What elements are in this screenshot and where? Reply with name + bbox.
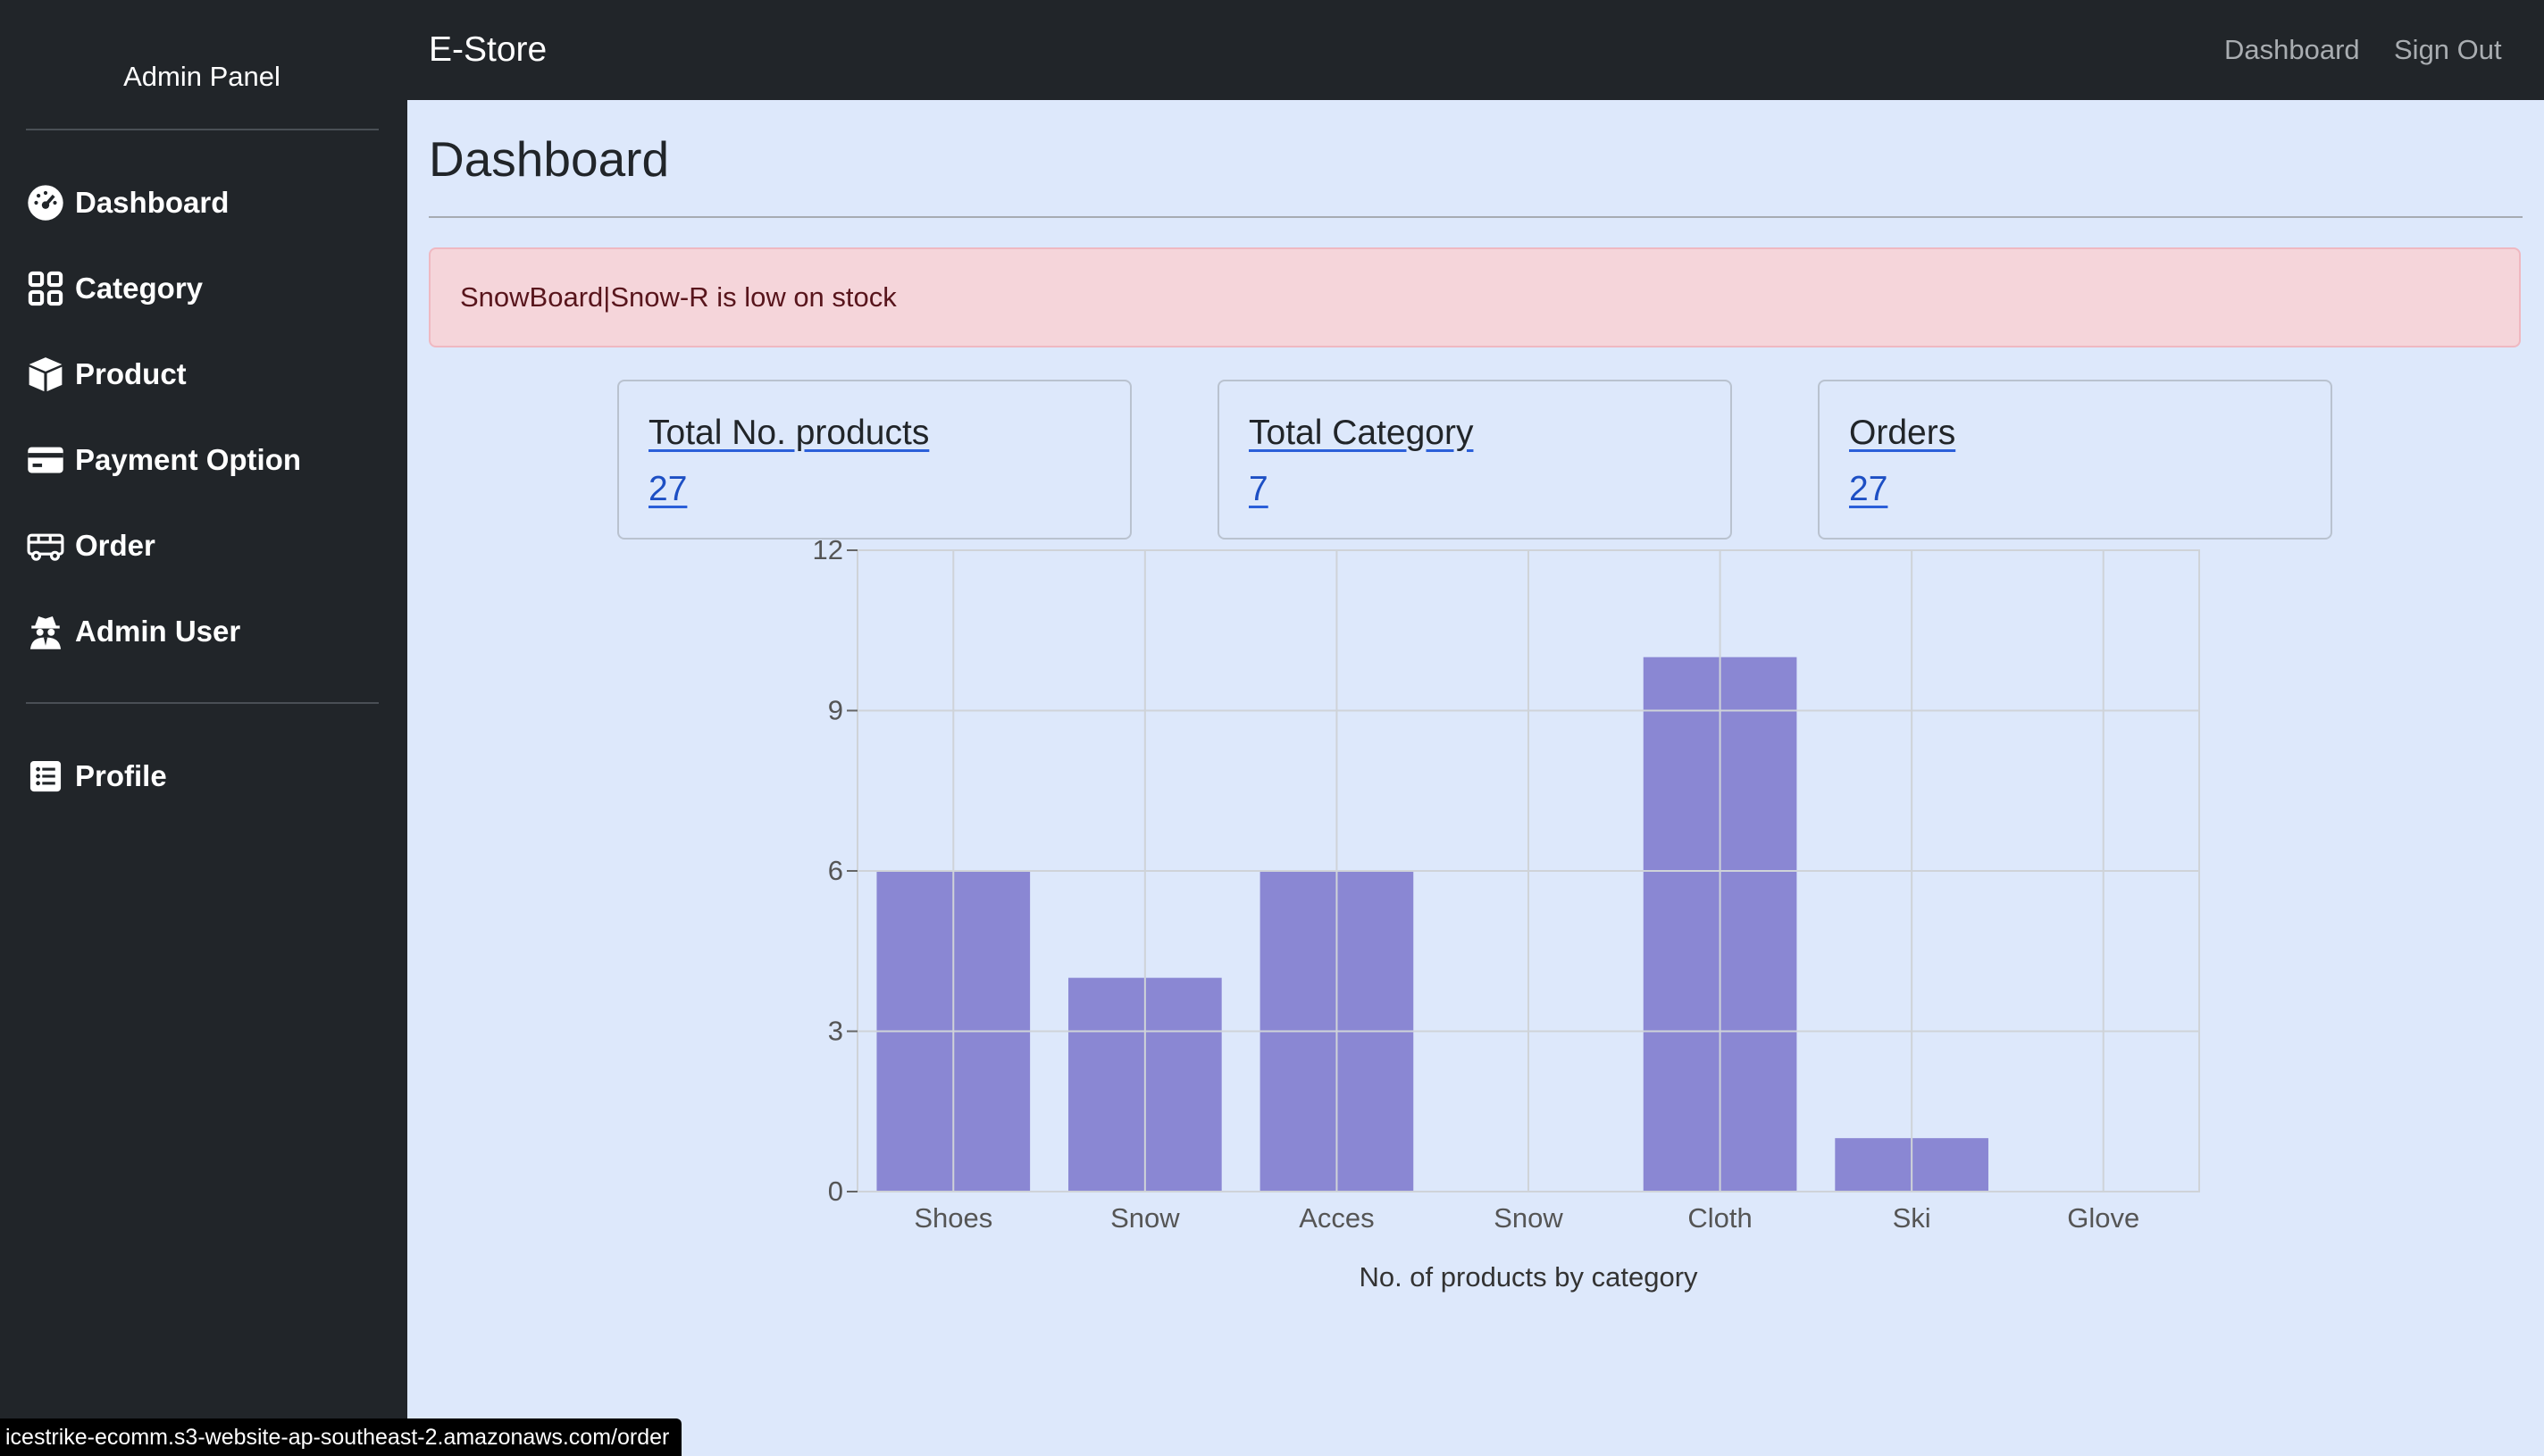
status-url-text: icestrike-ecomm.s3-website-ap-southeast-… (5, 1424, 670, 1450)
y-tick-label: 6 (828, 855, 843, 886)
card-label[interactable]: Total Category (1249, 414, 1473, 453)
y-tick-label: 12 (813, 536, 843, 565)
sidebar-item-product[interactable]: Product (25, 343, 382, 406)
grid-icon (25, 268, 66, 309)
sidebar-divider (26, 702, 379, 704)
sidebar-item-payment-option[interactable]: Payment Option (25, 429, 382, 491)
products-by-category-chart: 0 3 6 9 12 Shoes Snow Acces Snow Cloth Ski Glove No.… (813, 536, 2200, 1293)
sidebar-item-label: Product (75, 357, 187, 390)
page-title: Dashboard (429, 131, 670, 187)
sidebar-item-admin-user[interactable]: Admin User (25, 600, 382, 663)
top-navbar: E-Store Dashboard Sign Out (407, 0, 2544, 100)
title-divider (429, 216, 2523, 218)
x-tick-label: Glove (2067, 1202, 2139, 1234)
x-tick-label: Ski (1893, 1202, 1931, 1234)
card-value[interactable]: 27 (1849, 470, 1887, 509)
x-tick-label: Snow (1110, 1202, 1180, 1234)
stat-card-orders: Orders 27 (1818, 380, 2332, 540)
sidebar-item-label: Admin User (75, 615, 241, 648)
x-tick-label: Acces (1299, 1202, 1374, 1234)
card-label[interactable]: Orders (1849, 414, 1955, 453)
y-tick-label: 3 (828, 1016, 843, 1047)
speedometer-icon (25, 182, 66, 223)
y-tick-label: 9 (828, 695, 843, 726)
credit-card-icon (25, 439, 66, 481)
sidebar-title: Admin Panel (123, 61, 280, 92)
sidebar-item-label: Order (75, 529, 155, 562)
sidebar-item-label: Profile (75, 759, 167, 792)
alert-text: SnowBoard|Snow-R is low on stock (460, 281, 897, 313)
stat-card-category: Total Category 7 (1218, 380, 1732, 540)
y-tick-label: 0 (828, 1176, 843, 1207)
sidebar-item-profile[interactable]: Profile (25, 745, 382, 807)
sidebar-item-label: Dashboard (75, 186, 230, 219)
card-label[interactable]: Total No. products (649, 414, 929, 453)
list-icon (25, 756, 66, 797)
box-icon (25, 354, 66, 395)
truck-icon (25, 525, 66, 566)
sidebar-item-label: Category (75, 272, 204, 305)
card-value[interactable]: 7 (1249, 470, 1268, 509)
sidebar-item-label: Payment Option (75, 443, 302, 476)
sidebar: Admin Panel Dashboard Category Product P… (0, 0, 407, 1456)
nav-dashboard-link[interactable]: Dashboard (2224, 34, 2360, 66)
status-bar-url: icestrike-ecomm.s3-website-ap-southeast-… (0, 1418, 682, 1456)
card-value[interactable]: 27 (649, 470, 687, 509)
stat-card-products: Total No. products 27 (617, 380, 1132, 540)
brand-link[interactable]: E-Store (429, 30, 547, 70)
x-axis-label: No. of products by category (1359, 1261, 1698, 1293)
sidebar-item-order[interactable]: Order (25, 515, 382, 577)
nav-sign-out-link[interactable]: Sign Out (2394, 34, 2502, 66)
sidebar-item-category[interactable]: Category (25, 257, 382, 320)
sidebar-item-dashboard[interactable]: Dashboard (25, 172, 382, 234)
low-stock-alert: SnowBoard|Snow-R is low on stock (429, 247, 2521, 347)
x-tick-label: Shoes (914, 1202, 992, 1234)
sidebar-divider (26, 129, 379, 130)
incognito-user-icon (25, 611, 66, 652)
x-tick-label: Snow (1494, 1202, 1563, 1234)
x-tick-label: Cloth (1687, 1202, 1752, 1234)
